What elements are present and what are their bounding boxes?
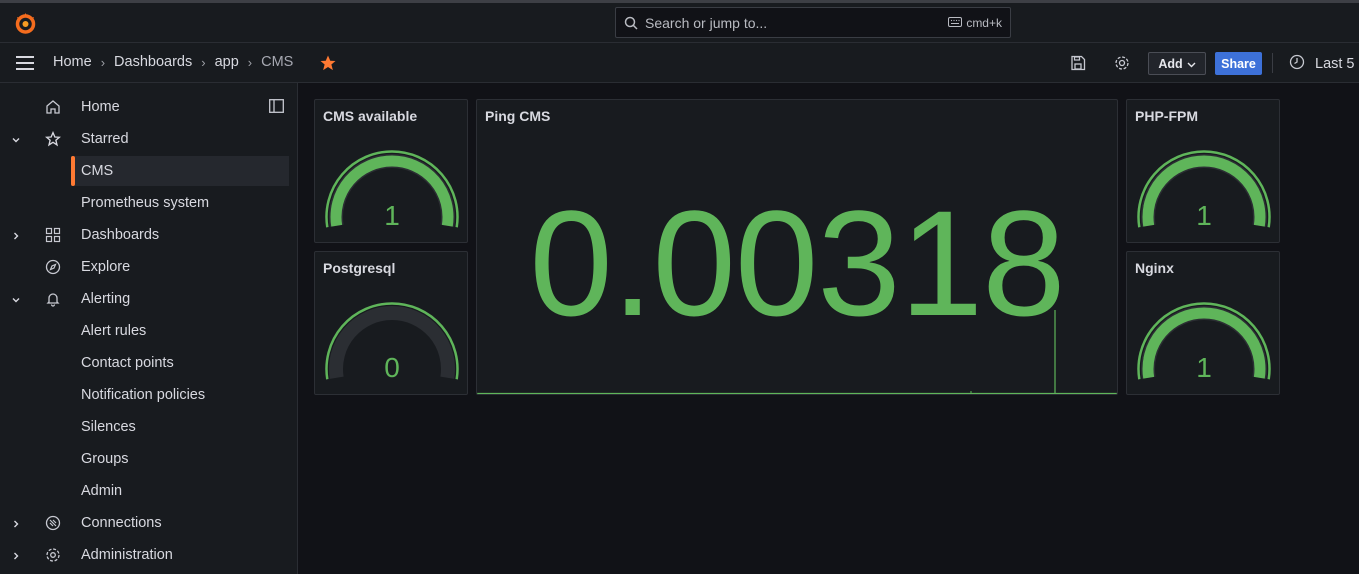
- sidebar-item-label: Notification policies: [81, 387, 206, 403]
- sidebar-item-label: Alert rules: [81, 323, 147, 339]
- sidebar-item-home[interactable]: Home: [0, 92, 290, 122]
- home-icon: [45, 99, 61, 119]
- sidebar-item-administration[interactable]: Administration: [0, 540, 290, 570]
- chevron-down-icon[interactable]: [11, 133, 21, 149]
- search-placeholder: Search or jump to...: [645, 15, 768, 31]
- sidebar-item-label: Connections: [81, 515, 162, 531]
- panel-postgresql[interactable]: Postgresql 0: [314, 251, 468, 395]
- panel-php-fpm[interactable]: PHP-FPM 1: [1126, 99, 1280, 243]
- add-button[interactable]: Add: [1148, 52, 1206, 75]
- grafana-logo-icon[interactable]: [13, 11, 38, 36]
- sidebar-item-label: Home: [81, 99, 120, 115]
- gauge-cms-available: 1: [325, 150, 459, 231]
- sidebar-item-silences[interactable]: Silences: [0, 412, 290, 442]
- keyboard-icon: [948, 16, 963, 30]
- sidebar-item-groups[interactable]: Groups: [0, 444, 290, 474]
- gauge-postgresql: 0: [325, 302, 459, 383]
- breadcrumb: Home › Dashboards › app › CMS: [53, 54, 293, 70]
- sidebar-item-alerting[interactable]: Alerting: [0, 284, 290, 314]
- star-icon: [44, 130, 62, 151]
- sidebar-item-contact-points[interactable]: Contact points: [0, 348, 290, 378]
- gauge-value-text: 1: [1196, 200, 1212, 231]
- gauge-value-text: 1: [1196, 352, 1212, 383]
- dashboards-icon: [45, 227, 61, 247]
- sidebar-item-label: Contact points: [81, 355, 174, 371]
- menu-icon[interactable]: [15, 55, 35, 76]
- gauge-value-text: 0: [384, 352, 400, 383]
- sidebar-item-explore[interactable]: Explore: [0, 252, 290, 282]
- compass-icon: [45, 259, 61, 279]
- gauge-nginx: 1: [1137, 302, 1271, 383]
- top-bar: Search or jump to... cmd+k: [0, 3, 1359, 43]
- sidebar-item-admin[interactable]: Admin: [0, 476, 290, 506]
- time-range-label: Last 5: [1315, 56, 1355, 72]
- bell-icon: [45, 291, 61, 311]
- clock-icon: [1289, 54, 1305, 74]
- sidebar-item-dashboards[interactable]: Dashboards: [0, 220, 290, 250]
- sidebar-item-label: Explore: [81, 259, 131, 275]
- chevron-right-icon: ›: [100, 54, 106, 70]
- panel-nginx[interactable]: Nginx 1: [1126, 251, 1280, 395]
- sidebar-item-label: Starred: [81, 131, 129, 147]
- sidebar-item-cms[interactable]: CMS: [71, 156, 289, 186]
- add-button-label: Add: [1158, 56, 1183, 71]
- search-icon: [624, 16, 638, 35]
- panel-title: Postgresql: [323, 260, 396, 276]
- connections-icon: [45, 515, 61, 535]
- sidebar-item-label: Alerting: [81, 291, 131, 307]
- gauge-value-text: 1: [384, 200, 400, 231]
- sidebar-item-label: Admin: [81, 483, 123, 499]
- chevron-right-icon: ›: [247, 54, 253, 70]
- sidebar-item-label: Prometheus system: [81, 195, 210, 211]
- chevron-right-icon: ›: [201, 54, 206, 70]
- chevron-down-icon[interactable]: [11, 293, 21, 309]
- breadcrumb-home[interactable]: Home: [53, 54, 92, 70]
- dashboard-settings-icon[interactable]: [1114, 55, 1130, 76]
- sidebar-item-label: CMS: [81, 163, 114, 179]
- toolbar-divider: [1272, 53, 1273, 73]
- breadcrumb-cms: CMS: [261, 54, 294, 70]
- sidebar-item-label: Administration: [81, 547, 173, 563]
- chevron-right-icon[interactable]: [11, 517, 21, 533]
- sidebar-item-label: Silences: [81, 419, 136, 435]
- sidebar-item-starred[interactable]: Starred: [0, 124, 290, 154]
- chevron-right-icon[interactable]: [11, 229, 21, 245]
- active-indicator: [71, 156, 75, 186]
- panel-ping-cms[interactable]: Ping CMS 0.00318: [476, 99, 1118, 395]
- favorite-star-icon[interactable]: [319, 54, 337, 77]
- panel-cms-available[interactable]: CMS available 1: [314, 99, 468, 243]
- sparkline: [477, 310, 1117, 394]
- shortcut-text: cmd+k: [966, 16, 1002, 30]
- chevron-right-icon[interactable]: [11, 549, 21, 565]
- shortcut-hint: cmd+k: [948, 16, 1002, 30]
- gauge-php-fpm: 1: [1137, 150, 1271, 231]
- dashboard-nav-bar: Home › Dashboards › app › CMS Add Share …: [0, 43, 1359, 83]
- search-bar[interactable]: Search or jump to... cmd+k: [615, 7, 1011, 38]
- breadcrumb-dashboards[interactable]: Dashboards: [114, 54, 192, 70]
- side-menu: Home Starred CMS Prometheus system Dashb…: [0, 83, 298, 574]
- chevron-down-icon: [1187, 57, 1196, 71]
- gear-icon: [45, 547, 61, 567]
- breadcrumb-app[interactable]: app: [215, 54, 239, 70]
- panel-title: Nginx: [1135, 260, 1174, 276]
- sidebar-item-prometheus-system[interactable]: Prometheus system: [0, 188, 290, 218]
- sidebar-item-alert-rules[interactable]: Alert rules: [0, 316, 290, 346]
- sidebar-item-label: Dashboards: [81, 227, 160, 243]
- save-dashboard-icon[interactable]: [1070, 55, 1086, 76]
- panel-title: PHP-FPM: [1135, 108, 1198, 124]
- sidebar-item-label: Groups: [81, 451, 129, 467]
- sidebar-item-connections[interactable]: Connections: [0, 508, 290, 538]
- panel-title: CMS available: [323, 108, 418, 124]
- sidebar-item-notification-policies[interactable]: Notification policies: [0, 380, 290, 410]
- time-range-picker[interactable]: Last 5: [1289, 54, 1355, 74]
- share-button[interactable]: Share: [1215, 52, 1262, 75]
